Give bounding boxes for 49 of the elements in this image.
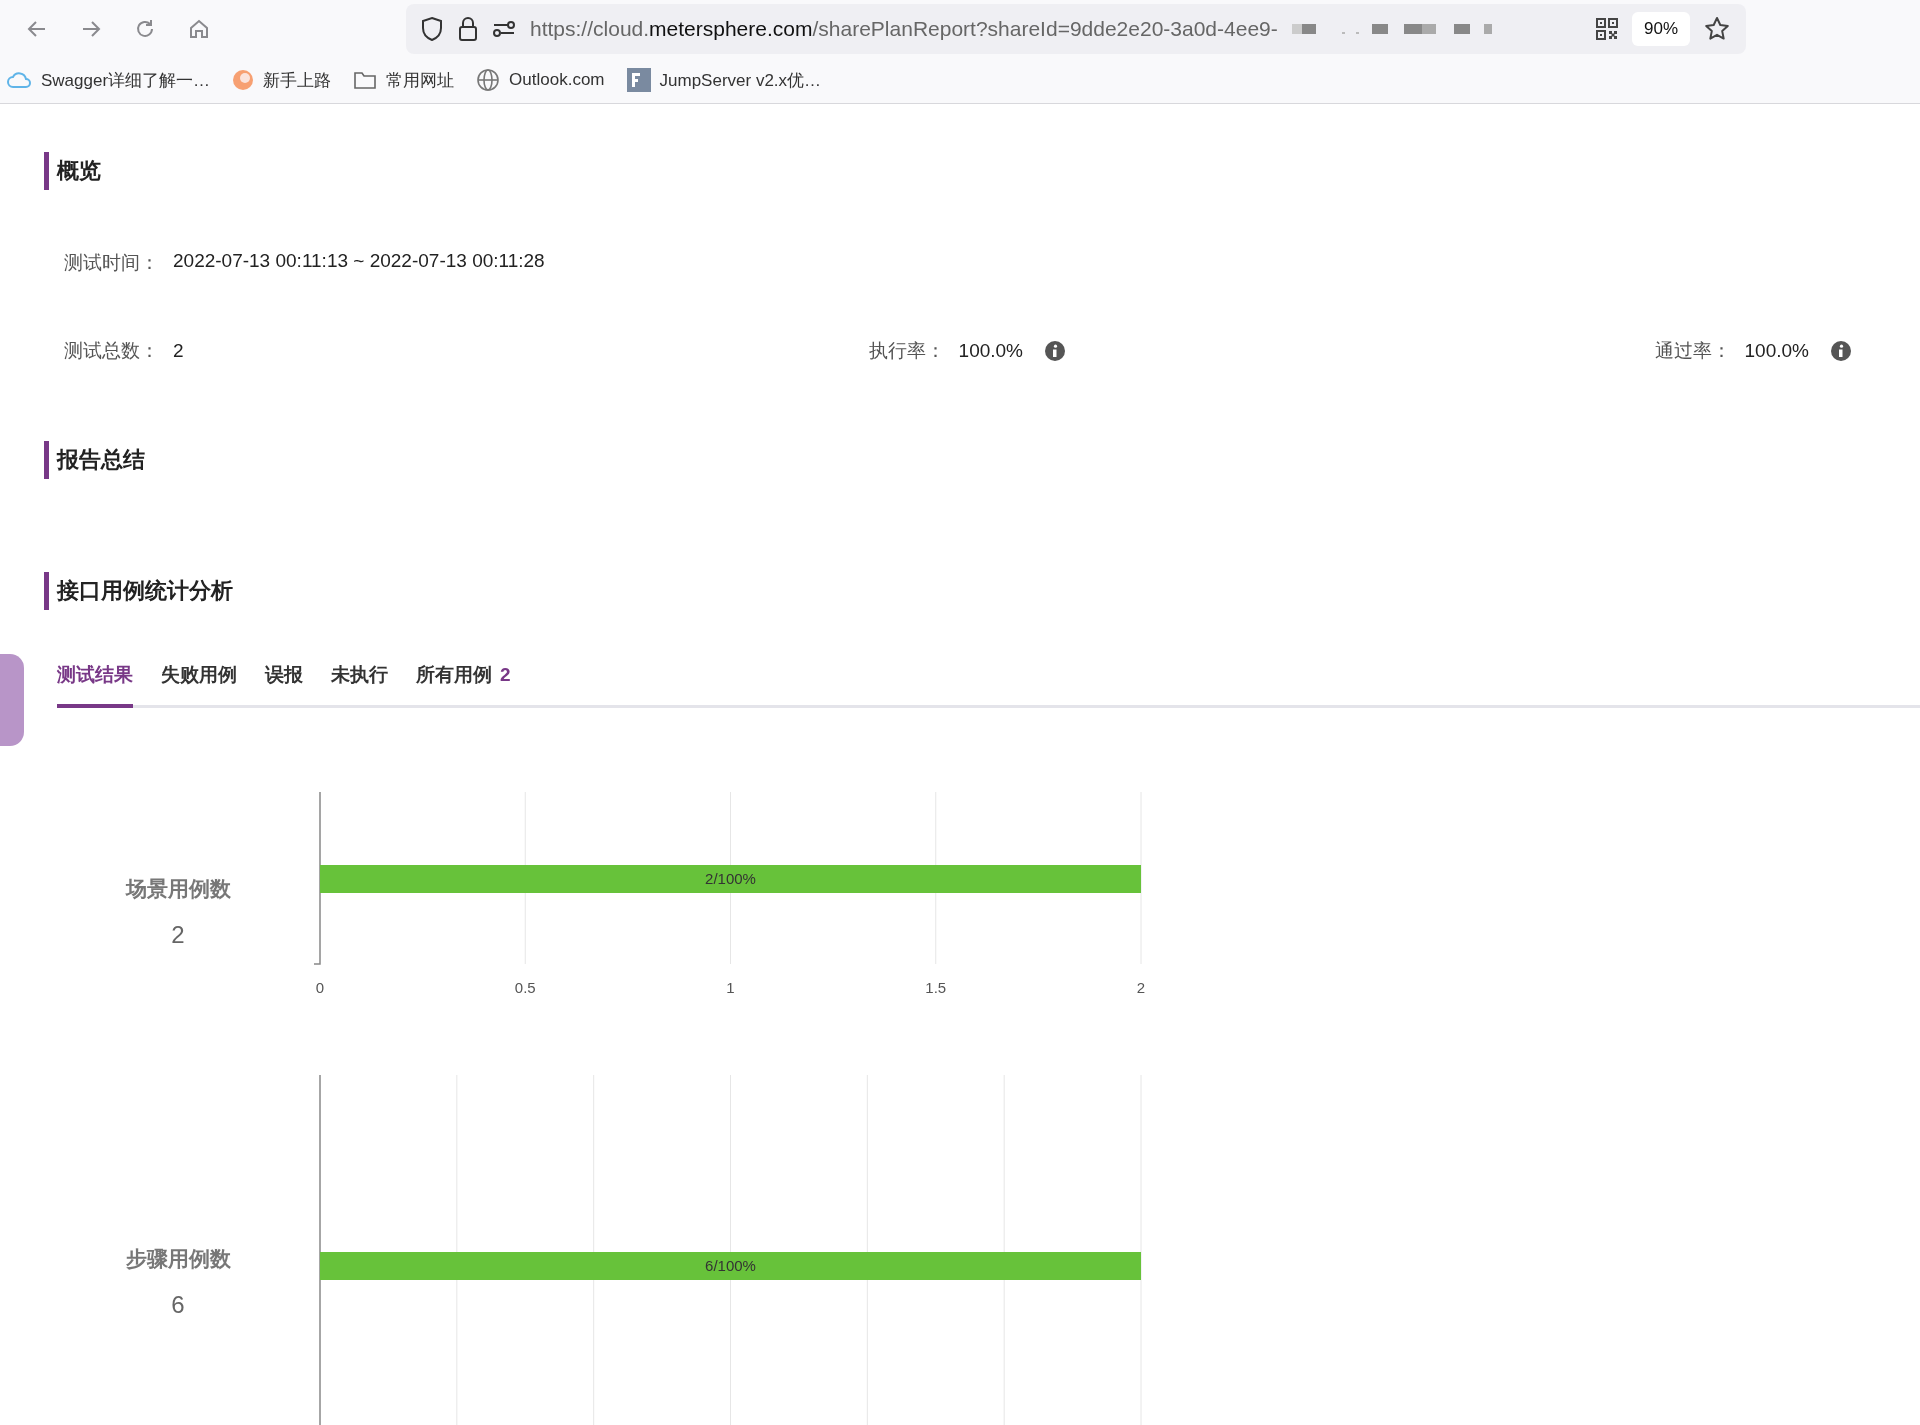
bar-label: 2/100% — [705, 870, 756, 887]
orb-icon — [232, 69, 255, 91]
tab[interactable]: 失败用例 — [161, 662, 237, 708]
stat-label: 执行率： — [868, 339, 945, 363]
tab[interactable]: 测试结果 — [57, 662, 133, 708]
home-icon[interactable] — [187, 17, 211, 41]
info-icon[interactable] — [1045, 341, 1066, 361]
stat-label: 通过率： — [1654, 339, 1731, 363]
tab[interactable]: 误报 — [265, 662, 303, 708]
stat-value: 2 — [173, 340, 184, 362]
metric-label: 步骤用例数 — [125, 1246, 231, 1272]
address-bar[interactable]: https://cloud.metersphere.com/sharePlanReport?shareId=9dde2e20-3a0d-4ee9- 90% — [406, 4, 1746, 54]
bookmark-link[interactable]: 新手上路 — [263, 68, 332, 92]
sliders-icon[interactable] — [492, 20, 516, 38]
stat-label: 测试总数： — [64, 339, 159, 363]
tile-icon — [626, 68, 651, 92]
section-title: 报告总结 — [44, 441, 1920, 479]
axis-tick-label: 2 — [1136, 979, 1146, 996]
section-title: 接口用例统计分析 — [44, 572, 1920, 610]
info-icon[interactable] — [1831, 341, 1851, 361]
axis-tick-label: 0 — [315, 979, 325, 996]
folder-icon — [353, 70, 378, 90]
bar-label: 6/100% — [705, 1257, 756, 1274]
bookmark-link[interactable]: Outlook.com — [509, 70, 605, 90]
section-title: 概览 — [44, 152, 1920, 190]
url-text: https://cloud.metersphere.com/sharePlanReport?shareId=9dde2e20-3a0d-4ee9- — [530, 17, 1278, 41]
metric-label: 场景用例数 — [125, 876, 231, 902]
axis-tick-label: 1 — [726, 979, 735, 996]
metric-count: 6 — [171, 1291, 185, 1319]
tab[interactable]: 所有用例 2 — [416, 662, 511, 708]
globe-icon — [476, 68, 501, 92]
bookmark-link[interactable]: Swagger详细了解一… — [41, 68, 211, 92]
tab[interactable]: 未执行 — [331, 662, 388, 708]
axis-tick-label: 1.5 — [925, 979, 947, 996]
lock-icon[interactable] — [458, 16, 478, 42]
side-tab[interactable] — [0, 654, 24, 746]
stat-value: 100.0% — [1744, 340, 1809, 362]
qr-code-icon[interactable] — [1595, 18, 1618, 40]
star-icon[interactable] — [1704, 16, 1730, 42]
shield-icon[interactable] — [420, 16, 444, 42]
zoom-level[interactable]: 90% — [1631, 12, 1690, 46]
cloud-icon — [6, 70, 32, 90]
bookmark-link[interactable]: JumpServer v2.x优… — [659, 68, 822, 92]
axis-tick-label: 0.5 — [514, 979, 536, 996]
stat-value: 100.0% — [958, 340, 1024, 362]
bookmark-link[interactable]: 常用网址 — [386, 68, 455, 92]
field-label: 测试时间： — [64, 251, 159, 275]
metric-count: 2 — [171, 921, 185, 949]
field-value: 2022-07-13 00:11:13 ~ 2022-07-13 00:11:28 — [173, 250, 545, 273]
